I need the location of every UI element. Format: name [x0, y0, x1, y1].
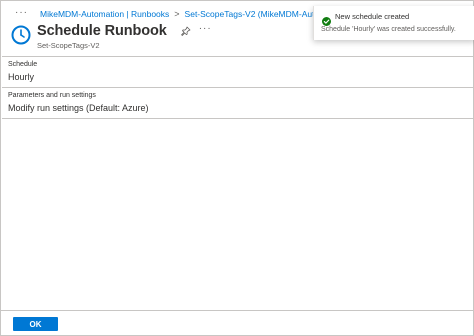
pin-icon[interactable]: [180, 26, 191, 36]
schedule-value: Hourly: [8, 72, 35, 82]
breadcrumb-more-button[interactable]: ···: [15, 7, 28, 18]
title-block: Schedule Runbook ··· Set-ScopeTags-V2: [37, 21, 212, 51]
parameters-value: Modify run settings (Default: Azure): [8, 103, 149, 113]
breadcrumb: ··· MikeMDM-Automation | Runbooks > Set-…: [15, 7, 345, 20]
schedule-runbook-blade: ··· MikeMDM-Automation | Runbooks > Set-…: [0, 0, 474, 336]
blade-header: Schedule Runbook ··· Set-ScopeTags-V2: [11, 21, 212, 51]
checkmark-circle-icon: [322, 13, 331, 26]
parameters-field[interactable]: Parameters and run settings Modify run s…: [2, 88, 473, 119]
page-subtitle: Set-ScopeTags-V2: [37, 41, 100, 50]
ok-button[interactable]: OK: [13, 317, 58, 331]
toast-message: Schedule 'Hourly' was created successful…: [321, 26, 456, 33]
clock-icon: [11, 25, 31, 45]
more-options-button[interactable]: ···: [199, 23, 212, 34]
title-row: Schedule Runbook ···: [37, 21, 212, 41]
breadcrumb-link-runbooks[interactable]: MikeMDM-Automation | Runbooks: [40, 9, 169, 19]
notification-toast[interactable]: New schedule created Schedule 'Hourly' w…: [313, 6, 474, 40]
page-title: Schedule Runbook: [37, 23, 167, 39]
parameters-label: Parameters and run settings: [8, 92, 96, 99]
blade-footer: OK: [1, 310, 473, 335]
schedule-label: Schedule: [8, 61, 38, 68]
breadcrumb-separator: >: [174, 9, 180, 19]
toast-title: New schedule created: [335, 12, 410, 21]
schedule-field[interactable]: Schedule Hourly: [2, 56, 473, 88]
